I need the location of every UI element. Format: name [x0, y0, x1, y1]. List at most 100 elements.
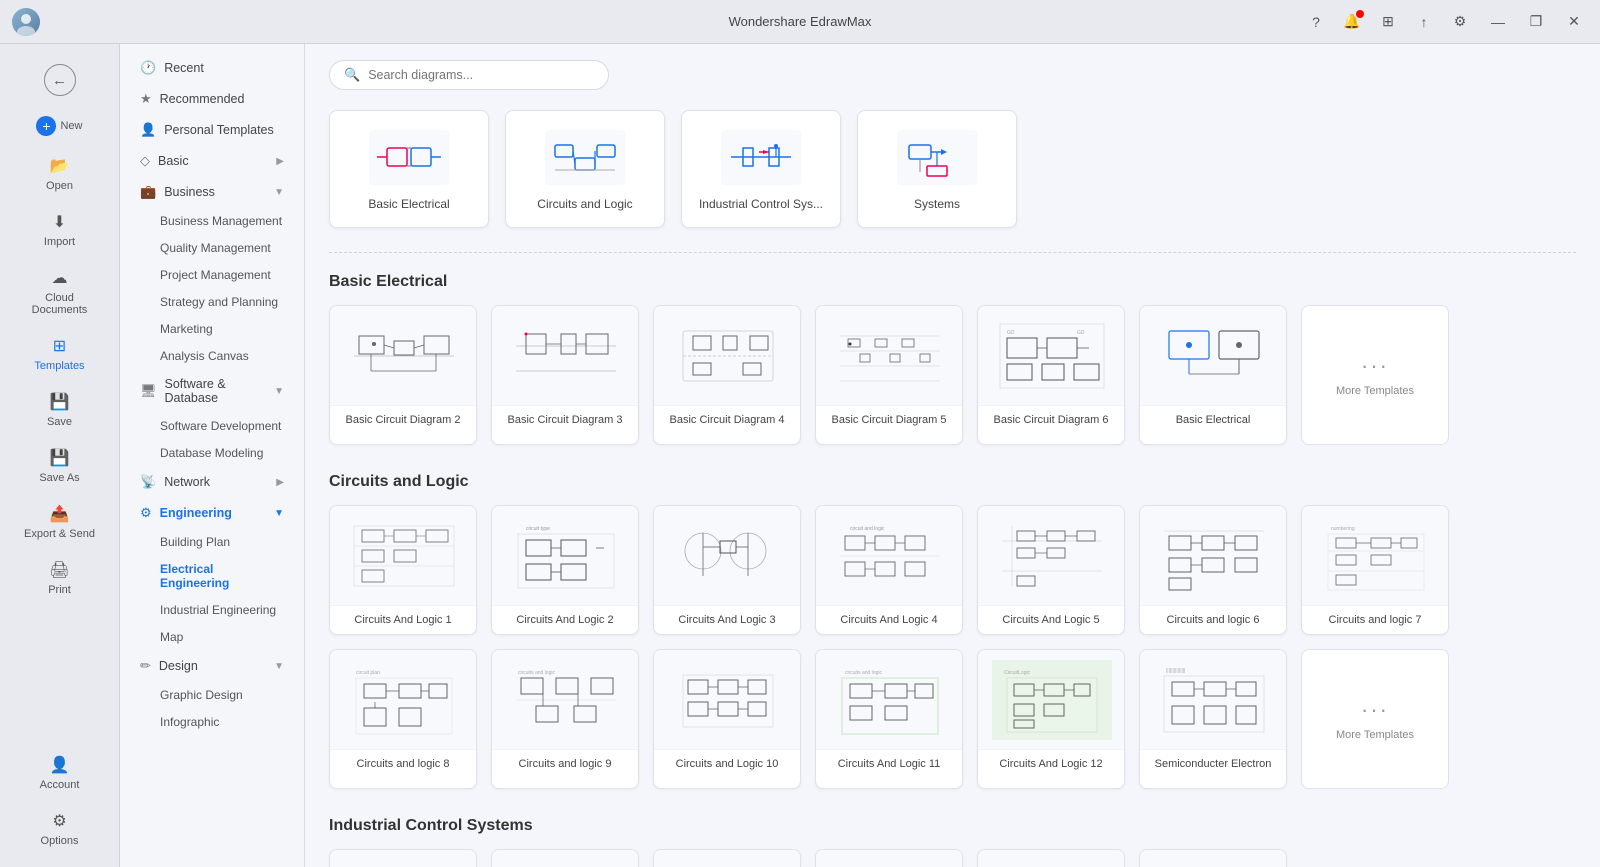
basic-electrical-grid: Basic Circuit Diagram 2 [329, 305, 1576, 445]
sidebar-sub-strategy-planning[interactable]: Strategy and Planning [124, 289, 300, 315]
template-bcd2[interactable]: Basic Circuit Diagram 2 [329, 305, 477, 445]
sidebar-category-basic[interactable]: ◇ Basic ▶ [124, 146, 300, 176]
template-bcd3[interactable]: Basic Circuit Diagram 3 [491, 305, 639, 445]
more-templates-circuits-logic[interactable]: ··· More Templates [1301, 649, 1449, 789]
template-cal3-label: Circuits And Logic 3 [654, 606, 800, 634]
sidebar-item-recent[interactable]: 🕐 Recent [124, 53, 300, 83]
settings-icon[interactable]: ⚙ [1446, 8, 1474, 36]
sidebar-category-network[interactable]: 📡 Network ▶ [124, 467, 300, 497]
sidebar-sub-software-dev[interactable]: Software Development [124, 413, 300, 439]
template-bcd4[interactable]: Basic Circuit Diagram 4 [653, 305, 801, 445]
template-cal4[interactable]: circuit and logic [815, 505, 963, 635]
sidebar-sub-analysis-canvas[interactable]: Analysis Canvas [124, 343, 300, 369]
svg-text:circuit and logic: circuit and logic [850, 526, 885, 532]
sidebar-item-personal[interactable]: 👤 Personal Templates [124, 115, 300, 145]
minimize-button[interactable]: — [1484, 8, 1512, 36]
more-templates-basic-electrical[interactable]: ··· More Templates [1301, 305, 1449, 445]
back-button[interactable]: ← [15, 56, 105, 104]
export-label: Export & Send [24, 528, 95, 540]
template-bcd3-img [492, 306, 639, 406]
sidebar-sub-marketing[interactable]: Marketing [124, 316, 300, 342]
template-ics3[interactable]: Industrial Control 3 [653, 849, 801, 867]
sidebar-sub-database-modeling[interactable]: Database Modeling [124, 440, 300, 466]
template-cal9[interactable]: circuits and logic Circuits and logic 9 [491, 649, 639, 789]
design-chevron-icon: ▼ [274, 661, 284, 672]
template-cal3[interactable]: Circuits And Logic 3 [653, 505, 801, 635]
business-cat-left: 💼 Business [140, 184, 215, 200]
cat-thumb-circuits-logic[interactable]: Circuits and Logic [505, 110, 665, 228]
template-bcd6[interactable]: GD GD Basic Circuit Diagram 6 [977, 305, 1125, 445]
template-bcd5[interactable]: Basic Circuit Diagram 5 [815, 305, 963, 445]
template-cal6[interactable]: Circuits and logic 6 [1139, 505, 1287, 635]
grid-icon[interactable]: ⊞ [1374, 8, 1402, 36]
template-cal2[interactable]: circuit type Circuits And Logic 2 [491, 505, 639, 635]
search-bar[interactable]: 🔍 [329, 60, 609, 90]
template-ics5[interactable]: Industrial Control 5 [977, 849, 1125, 867]
template-ics1[interactable]: Industrial Control 1 [329, 849, 477, 867]
template-cal11[interactable]: circuits and logic Circuits And Logic 11 [815, 649, 963, 789]
new-nav-item[interactable]: + New [15, 108, 105, 144]
cat-thumb-industrial-control[interactable]: Industrial Control Sys... [681, 110, 841, 228]
open-nav-item[interactable]: 📂 Open [15, 148, 105, 200]
search-input[interactable] [368, 68, 594, 82]
template-cal5-img [978, 506, 1125, 606]
search-icon: 🔍 [344, 67, 360, 83]
template-cal8[interactable]: circuit plan Circuits and logic [329, 649, 477, 789]
section-industrial-control: Industrial Control Systems [329, 817, 1576, 867]
sidebar-item-recommended[interactable]: ★ Recommended [124, 84, 300, 114]
sidebar-sub-map[interactable]: Map [124, 624, 300, 650]
sidebar-sub-industrial-engineering[interactable]: Industrial Engineering [124, 597, 300, 623]
cat-thumb-systems-label: Systems [914, 197, 960, 211]
share-icon[interactable]: ↑ [1410, 8, 1438, 36]
save-nav-item[interactable]: 💾 Save [15, 384, 105, 436]
sidebar-sub-quality-management[interactable]: Quality Management [124, 235, 300, 261]
cat-thumb-systems[interactable]: Systems [857, 110, 1017, 228]
sidebar-category-business[interactable]: 💼 Business ▼ [124, 177, 300, 207]
export-icon: 📤 [50, 504, 70, 524]
sidebar-category-software[interactable]: 🖥 Software & Database ▼ [124, 370, 300, 412]
template-cal12[interactable]: CircuitLogic Circuits And Logic [977, 649, 1125, 789]
template-cal10[interactable]: Circuits and Logic 10 [653, 649, 801, 789]
template-ics2[interactable]: Industrial Control 2 [491, 849, 639, 867]
cloud-nav-item[interactable]: ☁ Cloud Documents [15, 260, 105, 324]
svg-text:GD: GD [1007, 330, 1015, 336]
section-basic-electrical: Basic Electrical [329, 273, 1576, 445]
svg-text:|||||||||||||||: ||||||||||||||| [1166, 668, 1185, 674]
options-nav-item[interactable]: ⚙ Options [15, 803, 105, 855]
export-nav-item[interactable]: 📤 Export & Send [15, 496, 105, 548]
network-cat-icon: 📡 [140, 474, 156, 490]
template-ics6[interactable]: Industrial Control 6 [1139, 849, 1287, 867]
close-button[interactable]: ✕ [1560, 8, 1588, 36]
print-nav-item[interactable]: 🖨 Print [15, 552, 105, 604]
saveas-icon: 💾 [50, 448, 70, 468]
restore-button[interactable]: ❐ [1522, 8, 1550, 36]
sidebar-sub-business-management[interactable]: Business Management [124, 208, 300, 234]
print-icon: 🖨 [49, 560, 69, 580]
template-cal1-label: Circuits And Logic 1 [330, 606, 476, 634]
back-icon[interactable]: ← [44, 64, 76, 96]
template-be[interactable]: Basic Electrical [1139, 305, 1287, 445]
template-be-label: Basic Electrical [1140, 406, 1286, 434]
template-cal1[interactable]: Circuits And Logic 1 [329, 505, 477, 635]
template-se[interactable]: ||||||||||||||| Semiconducter E [1139, 649, 1287, 789]
notification-icon[interactable]: 🔔 [1338, 8, 1366, 36]
sidebar-category-design[interactable]: ✏ Design ▼ [124, 651, 300, 681]
template-ics4[interactable]: control sys Industrial Control [815, 849, 963, 867]
account-nav-item[interactable]: 👤 Account [15, 747, 105, 799]
sidebar-sub-project-management[interactable]: Project Management [124, 262, 300, 288]
template-cal2-label: Circuits And Logic 2 [492, 606, 638, 634]
sidebar-sub-graphic-design[interactable]: Graphic Design [124, 682, 300, 708]
template-ics5-img [978, 850, 1125, 867]
templates-nav-item[interactable]: ⊞ Templates [15, 328, 105, 380]
sidebar-sub-electrical-engineering[interactable]: Electrical Engineering [124, 556, 300, 596]
template-cal5[interactable]: Circuits And Logic 5 [977, 505, 1125, 635]
help-icon[interactable]: ? [1302, 8, 1330, 36]
sidebar-sub-infographic[interactable]: Infographic [124, 709, 300, 735]
sidebar-sub-building-plan[interactable]: Building Plan [124, 529, 300, 555]
cat-thumb-basic-electrical[interactable]: Basic Electrical [329, 110, 489, 228]
sidebar-category-engineering[interactable]: ⚙ Engineering ▼ [124, 498, 300, 528]
import-nav-item[interactable]: ⬇ Import [15, 204, 105, 256]
software-cat-left: 🖥 Software & Database [140, 377, 274, 405]
saveas-nav-item[interactable]: 💾 Save As [15, 440, 105, 492]
template-cal7[interactable]: numbering [1301, 505, 1449, 635]
